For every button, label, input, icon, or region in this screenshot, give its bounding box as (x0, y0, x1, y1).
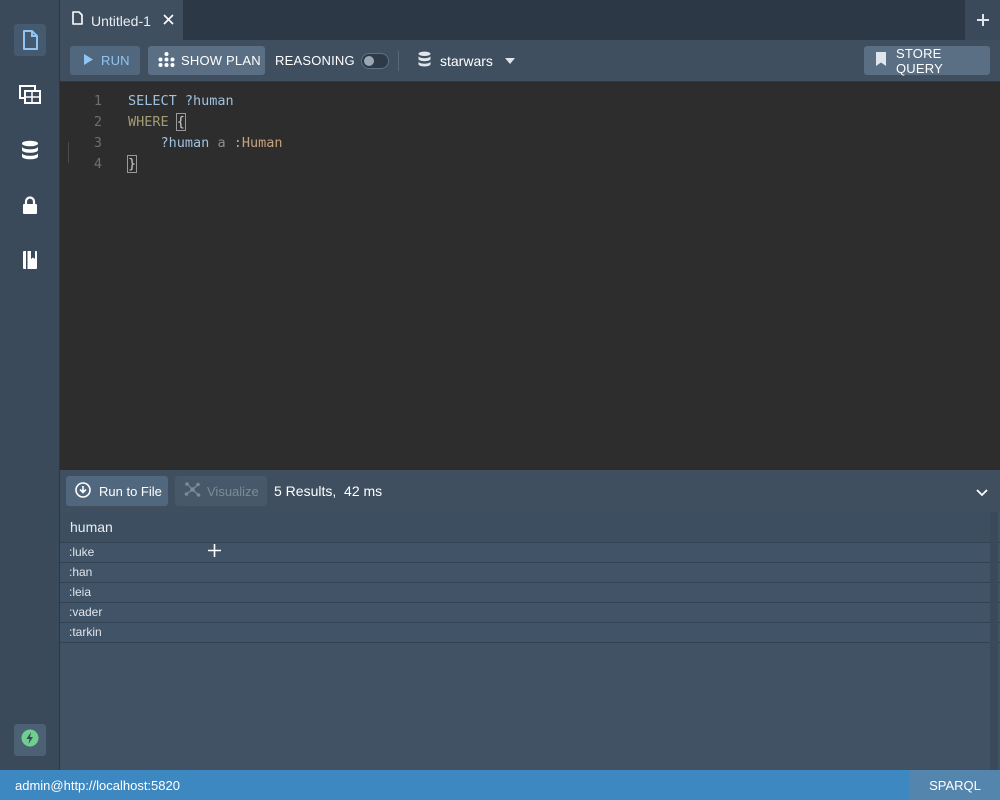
run-to-file-button[interactable]: Run to File (66, 476, 168, 506)
reasoning-label: REASONING (275, 53, 355, 68)
lock-icon (22, 195, 38, 215)
visualize-button[interactable]: Visualize (175, 476, 267, 506)
editor-line: 4 } (60, 154, 1000, 175)
line-number: 2 (93, 114, 102, 130)
run-to-file-label: Run to File (99, 483, 162, 499)
add-tab-button[interactable] (965, 0, 1000, 40)
show-plan-label: SHOW PLAN (181, 53, 261, 68)
results-table: human :luke :han :leia :vader :tarkin (60, 512, 1000, 770)
editor-line: 2 WHERE { (60, 112, 1000, 133)
line-number: 1 (93, 93, 102, 109)
code-token: { (175, 113, 186, 131)
document-icon (72, 11, 83, 30)
code-token: ?human (184, 93, 234, 109)
database-icon (21, 140, 39, 160)
database-select[interactable]: starwars (418, 51, 515, 70)
show-plan-button[interactable]: SHOW PLAN (148, 46, 265, 75)
query-toolbar: RUN SHOW PLAN REASONING starwars STORE Q… (60, 40, 1000, 82)
play-icon (84, 53, 93, 68)
line-code: } (126, 154, 138, 175)
chevron-down-icon[interactable] (976, 484, 988, 502)
table-row[interactable]: :han (60, 562, 1000, 582)
sidebar-item-stored-queries[interactable] (14, 244, 46, 276)
toolbar-divider (398, 51, 399, 71)
book-icon (22, 250, 38, 270)
visualize-label: Visualize (207, 483, 259, 499)
table-row[interactable]: :luke (60, 542, 1000, 562)
code-token: } (126, 155, 138, 173)
column-header-human[interactable]: human (60, 512, 990, 542)
tab-label: Untitled-1 (91, 12, 151, 29)
code-token: a (217, 135, 226, 151)
query-editor[interactable]: 1 SELECT ?human 2 WHERE { 3 ?human a :Hu… (60, 82, 1000, 470)
results-summary: 5 Results, 42 ms (274, 483, 383, 499)
sidebar-connection-status[interactable] (14, 724, 46, 756)
close-icon[interactable] (161, 12, 175, 26)
results-scrollbar[interactable] (990, 512, 998, 770)
sidebar-item-query[interactable] (14, 24, 46, 56)
code-token: ?human (160, 135, 210, 151)
bookmark-icon (876, 52, 886, 69)
sidebar-item-security[interactable] (14, 189, 46, 221)
line-code: WHERE { (128, 112, 186, 133)
line-code: ?human a :Human (128, 133, 283, 154)
editor-line: 3 ?human a :Human (60, 133, 1000, 154)
sidebar (0, 0, 60, 770)
document-icon (22, 30, 38, 50)
line-number: 3 (93, 135, 102, 151)
chevron-down-icon (504, 57, 515, 64)
connection-info[interactable]: admin@http://localhost:5820 (15, 778, 180, 793)
lightning-icon (21, 729, 39, 752)
table-row[interactable]: :tarkin (60, 622, 1000, 642)
sidebar-item-databases[interactable] (14, 134, 46, 166)
toggle-knob (364, 56, 374, 66)
store-query-label: STORE QUERY (896, 45, 943, 76)
tab-untitled-1[interactable]: Untitled-1 (60, 0, 183, 41)
reasoning-toggle[interactable] (361, 53, 389, 69)
database-name: starwars (440, 52, 493, 69)
visualize-icon (184, 481, 201, 501)
line-number: 4 (93, 156, 102, 172)
query-language-badge[interactable]: SPARQL (910, 770, 1000, 800)
editor-line: 1 SELECT ?human (60, 91, 1000, 112)
code-token: WHERE (128, 114, 169, 130)
status-bar: admin@http://localhost:5820 SPARQL (0, 770, 1000, 800)
table-row[interactable]: :leia (60, 582, 1000, 602)
table-divider (60, 642, 1000, 643)
line-code: SELECT ?human (128, 91, 234, 112)
database-icon (418, 51, 431, 70)
code-token: :Human (233, 135, 283, 151)
plus-icon (976, 7, 990, 33)
indent-guide (68, 142, 69, 163)
table-icon (19, 85, 41, 105)
sidebar-item-data[interactable] (14, 79, 46, 111)
download-icon (75, 481, 91, 501)
tab-bar: Untitled-1 (60, 0, 1000, 41)
code-token: SELECT (128, 93, 177, 109)
store-query-button[interactable]: STORE QUERY (864, 45, 990, 76)
results-toolbar: Run to File Visualize 5 Results, 42 ms (60, 470, 1000, 512)
plan-icon (158, 51, 175, 70)
crosshair-cursor-icon (208, 544, 221, 557)
run-button[interactable]: RUN (70, 46, 140, 75)
run-label: RUN (101, 53, 130, 68)
table-row[interactable]: :vader (60, 602, 1000, 622)
